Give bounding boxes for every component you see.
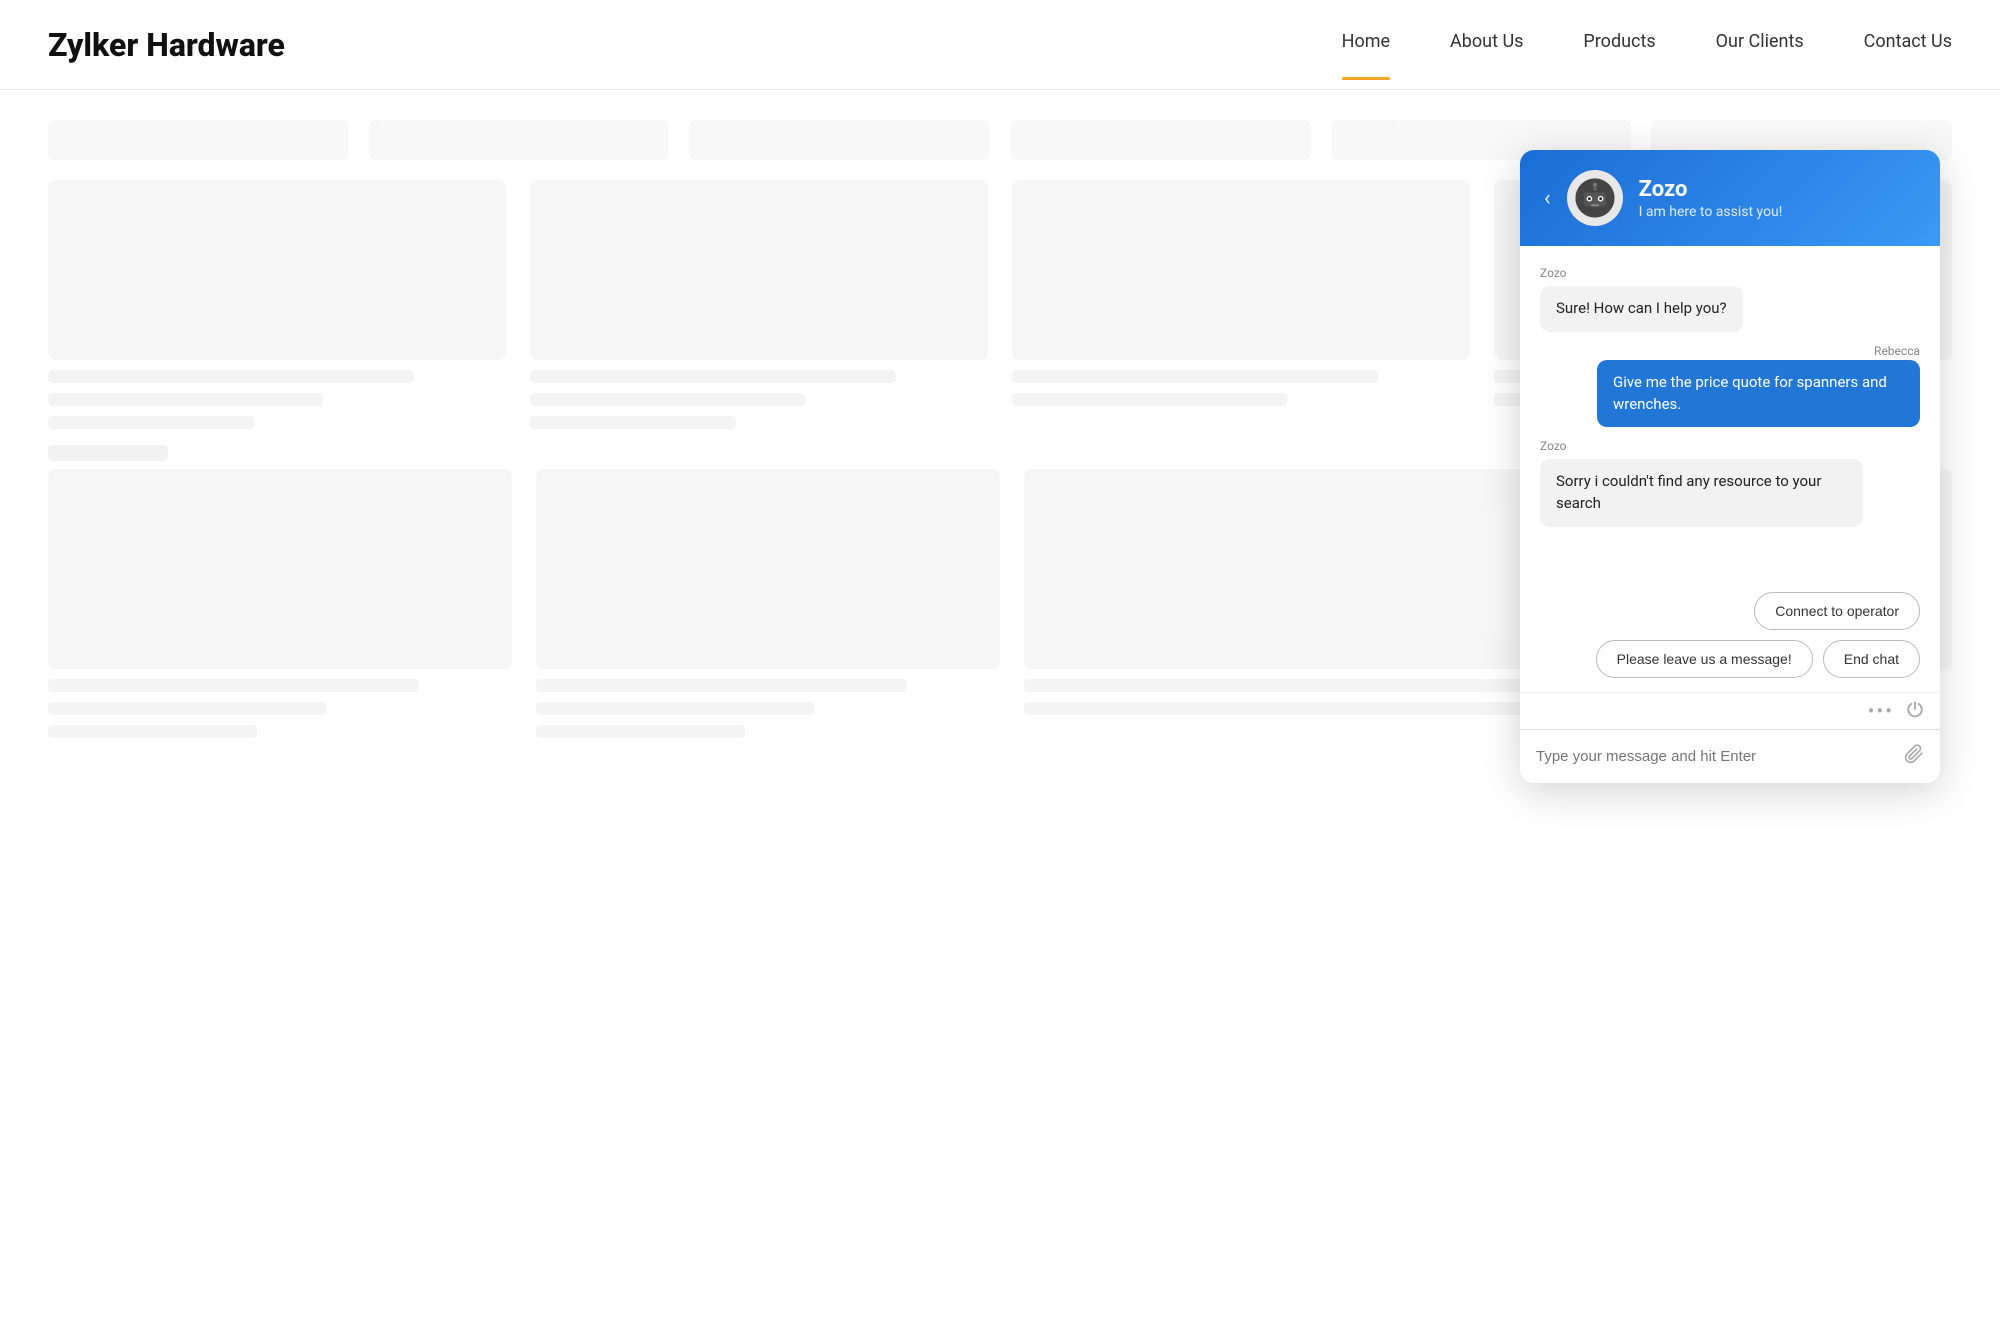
skeleton-line xyxy=(48,679,419,692)
header: Zylker Hardware Home About Us Products O… xyxy=(0,0,2000,90)
chat-message-input[interactable] xyxy=(1536,748,1894,765)
chat-input-area xyxy=(1520,729,1940,783)
chat-header: ‹ Zozo I am here to assist you! xyxy=(1520,150,1940,246)
skeleton-label xyxy=(48,445,168,461)
skeleton-line xyxy=(48,702,326,715)
sender-label-zozo1: Zozo xyxy=(1540,266,1920,280)
chat-bot-name: Zozo xyxy=(1639,177,1916,202)
message-bubble-bot1: Sure! How can I help you? xyxy=(1540,286,1743,332)
logo: Zylker Hardware xyxy=(48,26,285,64)
message-group-bot1: Zozo Sure! How can I help you? xyxy=(1540,266,1920,332)
sender-label-user: Rebecca xyxy=(1874,344,1920,358)
message-bubble-user: Give me the price quote for spanners and… xyxy=(1597,360,1920,428)
nav-home[interactable]: Home xyxy=(1342,31,1390,58)
chat-footer-bar: ••• xyxy=(1520,692,1940,729)
power-icon xyxy=(1906,700,1924,718)
sender-label-zozo2: Zozo xyxy=(1540,439,1920,453)
chat-more-options-button[interactable]: ••• xyxy=(1868,699,1894,723)
robot-icon xyxy=(1574,177,1616,219)
connect-to-operator-button[interactable]: Connect to operator xyxy=(1754,592,1920,630)
chat-power-button[interactable] xyxy=(1906,700,1924,723)
navigation: Home About Us Products Our Clients Conta… xyxy=(1342,31,1952,58)
skeleton-col xyxy=(48,469,512,738)
message-bubble-bot2: Sorry i couldn't find any resource to yo… xyxy=(1540,459,1863,527)
skeleton-line xyxy=(1012,393,1287,406)
skeleton-block xyxy=(689,120,990,160)
chat-back-button[interactable]: ‹ xyxy=(1544,186,1551,211)
nav-products[interactable]: Products xyxy=(1583,31,1655,58)
chat-actions: Connect to operator Please leave us a me… xyxy=(1520,586,1940,692)
skeleton-line xyxy=(1012,370,1378,383)
skeleton-block xyxy=(369,120,670,160)
skeleton-line xyxy=(530,416,736,429)
nav-about-us[interactable]: About Us xyxy=(1450,31,1523,58)
skeleton-line xyxy=(48,725,257,738)
skeleton-col xyxy=(530,180,988,429)
skeleton-line xyxy=(536,679,907,692)
skeleton-image xyxy=(530,180,988,360)
skeleton-line xyxy=(1024,702,1581,715)
skeleton-image xyxy=(48,180,506,360)
skeleton-col xyxy=(536,469,1000,738)
attach-file-icon[interactable] xyxy=(1904,744,1924,769)
skeleton-block xyxy=(48,120,349,160)
skeleton-line xyxy=(536,702,814,715)
leave-message-button[interactable]: Please leave us a message! xyxy=(1596,640,1813,678)
chat-bot-avatar xyxy=(1567,170,1623,226)
nav-contact-us[interactable]: Contact Us xyxy=(1864,31,1952,58)
skeleton-line xyxy=(530,370,896,383)
skeleton-block xyxy=(1010,120,1311,160)
skeleton-line xyxy=(48,416,254,429)
chat-bot-status: I am here to assist you! xyxy=(1639,204,1916,220)
skeleton-line xyxy=(48,393,323,406)
skeleton-image xyxy=(536,469,1000,669)
skeleton-col xyxy=(48,180,506,429)
message-group-user: Rebecca Give me the price quote for span… xyxy=(1540,344,1920,428)
skeleton-col xyxy=(1012,180,1470,429)
end-chat-button[interactable]: End chat xyxy=(1823,640,1920,678)
skeleton-line xyxy=(536,725,745,738)
skeleton-line xyxy=(530,393,805,406)
skeleton-line xyxy=(48,370,414,383)
message-group-bot2: Zozo Sorry i couldn't find any resource … xyxy=(1540,439,1920,527)
chat-header-info: Zozo I am here to assist you! xyxy=(1639,177,1916,220)
chat-widget: ‹ Zozo I am here to assist you! xyxy=(1520,150,1940,783)
nav-our-clients[interactable]: Our Clients xyxy=(1716,31,1804,58)
skeleton-image xyxy=(1012,180,1470,360)
skeleton-image xyxy=(48,469,512,669)
chat-body: Zozo Sure! How can I help you? Rebecca G… xyxy=(1520,246,1940,586)
action-row-bottom: Please leave us a message! End chat xyxy=(1596,640,1920,678)
